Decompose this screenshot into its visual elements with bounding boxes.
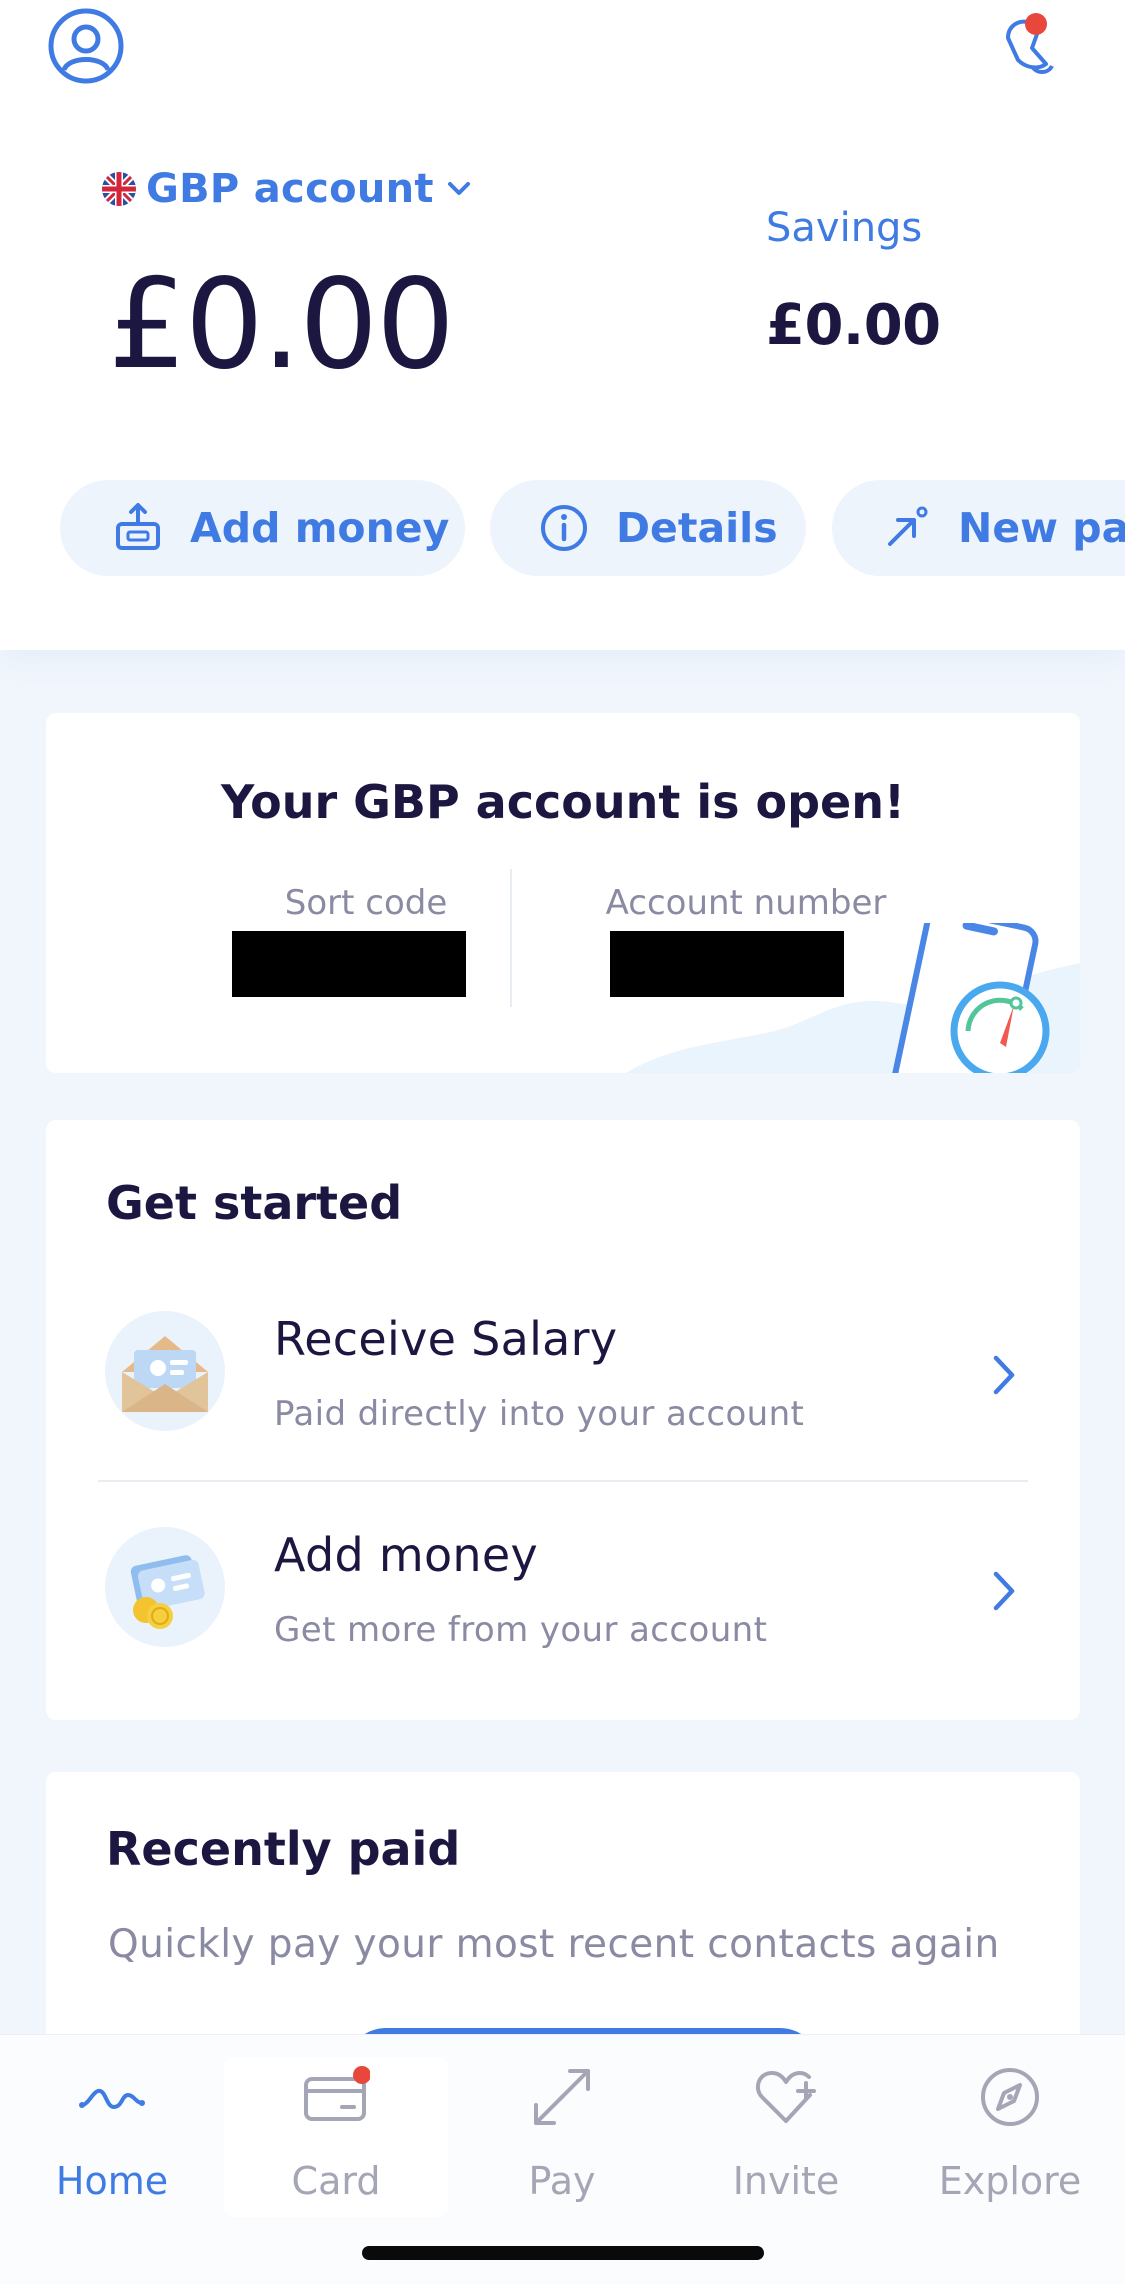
heart-plus-icon bbox=[755, 2071, 816, 2123]
tab-pay[interactable]: Pay bbox=[450, 2057, 674, 2217]
savings-amount: £0.00 bbox=[766, 293, 941, 358]
details-button[interactable]: Details bbox=[490, 480, 806, 576]
sort-code-redacted bbox=[232, 931, 466, 997]
field-divider bbox=[510, 869, 512, 1007]
account-header: GBP account £0.00 Savings £0.00 Add mone… bbox=[0, 0, 1125, 650]
chevron-down-icon bbox=[447, 182, 470, 195]
tab-explore-label: Explore bbox=[938, 2159, 1082, 2203]
pay-arrows-icon bbox=[534, 2069, 590, 2125]
chevron-right-icon bbox=[993, 1355, 1015, 1395]
savings-label: Savings bbox=[766, 205, 923, 251]
uk-flag-icon bbox=[102, 172, 136, 206]
home-wave-icon bbox=[79, 2088, 145, 2110]
get-started-title: Get started bbox=[106, 1176, 403, 1230]
add-money-item-title: Add money bbox=[274, 1528, 539, 1582]
new-payment-button[interactable]: New pay bbox=[832, 480, 1125, 576]
recently-paid-subtitle: Quickly pay your most recent contacts ag… bbox=[108, 1922, 1000, 1967]
account-number-label: Account number bbox=[605, 883, 887, 923]
bell-icon[interactable] bbox=[996, 8, 1068, 80]
profile-icon[interactable] bbox=[46, 6, 126, 86]
card-icon bbox=[304, 2066, 370, 2121]
account-open-title: Your GBP account is open! bbox=[221, 775, 905, 829]
phone-gauge-illustration bbox=[626, 923, 1080, 1073]
tab-card-label: Card bbox=[291, 2159, 381, 2203]
add-money-item-subtitle: Get more from your account bbox=[274, 1610, 768, 1650]
account-balance: £0.00 bbox=[108, 253, 455, 397]
tab-pay-label: Pay bbox=[528, 2159, 596, 2203]
tab-home-label: Home bbox=[55, 2159, 169, 2203]
account-selector-label: GBP account bbox=[146, 166, 434, 212]
add-money-button[interactable]: Add money bbox=[60, 480, 465, 576]
chevron-right-icon bbox=[993, 1571, 1015, 1611]
tab-home[interactable]: Home bbox=[0, 2057, 224, 2217]
tab-card[interactable]: Card bbox=[224, 2057, 448, 2217]
sort-code-label: Sort code bbox=[284, 883, 448, 923]
tab-invite-label: Invite bbox=[732, 2159, 840, 2203]
add-money-icon bbox=[116, 503, 160, 550]
tab-explore[interactable]: Explore bbox=[898, 2057, 1122, 2217]
cards-coins-icon bbox=[105, 1527, 225, 1647]
compass-icon bbox=[981, 2068, 1039, 2126]
account-selector[interactable]: GBP account bbox=[102, 160, 472, 218]
new-payment-icon bbox=[888, 506, 928, 546]
savings-summary[interactable]: Savings £0.00 bbox=[766, 205, 941, 358]
salary-envelope-icon bbox=[105, 1311, 225, 1431]
info-icon bbox=[541, 505, 587, 551]
add-money-label: Add money bbox=[190, 504, 450, 552]
new-payment-label: New pay bbox=[958, 504, 1125, 552]
receive-salary-subtitle: Paid directly into your account bbox=[274, 1394, 805, 1434]
details-label: Details bbox=[616, 504, 778, 552]
quick-actions: Add money Details New pay bbox=[0, 480, 1125, 578]
receive-salary-item[interactable]: Receive Salary Paid directly into your a… bbox=[46, 1310, 1080, 1520]
tab-invite[interactable]: Invite bbox=[674, 2057, 898, 2217]
receive-salary-title: Receive Salary bbox=[274, 1312, 618, 1366]
home-indicator bbox=[362, 2246, 764, 2260]
account-open-card: Your GBP account is open! Sort code Acco… bbox=[46, 713, 1080, 1073]
recently-paid-title: Recently paid bbox=[106, 1822, 461, 1876]
list-divider bbox=[98, 1480, 1028, 1482]
add-money-item[interactable]: Add money Get more from your account bbox=[46, 1526, 1080, 1736]
get-started-card: Get started Receive Salary Paid directly… bbox=[46, 1120, 1080, 1720]
